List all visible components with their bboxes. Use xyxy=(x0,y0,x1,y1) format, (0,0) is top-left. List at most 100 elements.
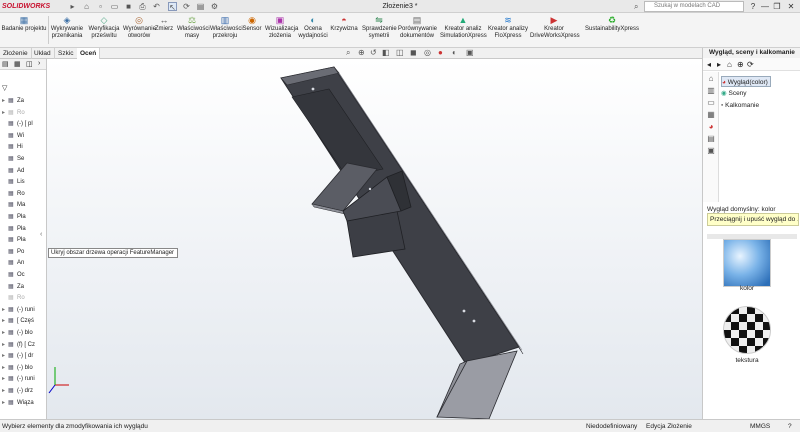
home-icon[interactable]: ⌂ xyxy=(82,2,91,11)
edit-appearance-icon[interactable]: ● xyxy=(438,47,443,59)
apply-scene-icon[interactable]: ◐ xyxy=(452,47,457,59)
design-library-icon[interactable]: ▥ xyxy=(706,86,716,96)
configuration-tab-icon[interactable]: ◫ xyxy=(26,60,33,68)
tree-item[interactable]: ▦ (-) [ pl xyxy=(2,119,33,129)
tree-item[interactable]: ▸ ▦ Ro xyxy=(2,108,25,118)
floxpress-button[interactable]: ≋ Kreator analizy FloXpress xyxy=(487,15,529,48)
tree-item[interactable]: ▸ ▦[ Częś xyxy=(2,316,34,326)
tree-item[interactable]: ▦ Ro xyxy=(2,189,25,199)
tab-uklad[interactable]: Układ xyxy=(31,48,55,59)
forward-icon[interactable]: ▸ xyxy=(717,60,721,69)
simulationxpress-button[interactable]: ▲ Kreator analiz SimulationXpress xyxy=(440,15,487,48)
tree-item[interactable]: ▸ ▦ (-) blo xyxy=(2,328,33,338)
tree-item-scenes[interactable]: ◉ Sceny xyxy=(721,88,747,99)
assembly-visualization-button[interactable]: ▣ Wizualizacja złożenia xyxy=(265,15,298,48)
interference-detection-button[interactable]: ◈ Wykrywanie przenikania xyxy=(50,15,84,48)
zoom-area-icon[interactable]: ⊕ xyxy=(358,47,365,59)
tree-item[interactable]: ▦ Wi xyxy=(2,131,24,141)
compare-documents-button[interactable]: ▤ Porównywanie dokumentów xyxy=(398,15,437,48)
undo-icon[interactable]: ↶ xyxy=(152,2,161,11)
tree-item[interactable]: ▸ ▦ (-) drz xyxy=(2,386,33,396)
tree-item[interactable]: ▦ Po xyxy=(2,247,24,257)
tree-item[interactable]: ▦ An xyxy=(2,258,24,268)
filter-icon[interactable]: ▽ xyxy=(2,84,7,92)
tab-zlozenie[interactable]: Złożenie xyxy=(0,48,32,59)
view-palette-icon[interactable]: ▦ xyxy=(706,110,716,120)
view-orientation-icon[interactable]: ◫ xyxy=(396,47,404,59)
solidworks-logo[interactable]: SOLIDWORKS xyxy=(2,1,64,12)
file-explorer-icon[interactable]: ▭ xyxy=(706,98,716,108)
propertymanager-tab-icon[interactable]: ▦ xyxy=(14,60,21,68)
forum-icon[interactable]: ▣ xyxy=(706,146,716,156)
tree-item[interactable]: ▸ ▦ Za xyxy=(2,96,24,106)
minimize-icon[interactable]: — xyxy=(760,1,770,12)
tree-item[interactable]: ▦ Pła xyxy=(2,212,26,222)
tree-item[interactable]: ▦ Lis xyxy=(2,177,25,187)
home-icon[interactable]: ⌂ xyxy=(727,60,732,69)
hide-show-items-icon[interactable]: ◎ xyxy=(424,47,431,59)
sustainabilityxpress-button[interactable]: ♻ SustainabilityXpress xyxy=(580,15,644,48)
graphics-area[interactable] xyxy=(47,59,702,419)
file-properties-icon[interactable]: ▤ xyxy=(196,2,205,11)
tree-item[interactable]: ▦ Se xyxy=(2,154,24,164)
hole-alignment-button[interactable]: ◎ Wyrównanie otworów xyxy=(123,15,156,48)
appearances-tab-icon[interactable]: ◕ xyxy=(706,122,716,132)
restore-icon[interactable]: ❐ xyxy=(772,1,782,12)
menu-arrow-icon[interactable]: ▸ xyxy=(68,2,77,11)
clearance-verification-button[interactable]: ◇ Weryfikacja prześwitu xyxy=(87,15,121,48)
collapse-panel-icon[interactable]: ‹ xyxy=(40,229,46,241)
solidworks-resources-icon[interactable]: ⌂ xyxy=(706,74,716,84)
driveworksxpress-button[interactable]: ▶ Kreator DriveWorksXpress xyxy=(530,15,580,48)
zoom-to-fit-icon[interactable]: ⌕ xyxy=(346,47,350,59)
swatch-tekstura[interactable] xyxy=(723,306,771,354)
options-icon[interactable]: ⚙ xyxy=(210,2,219,11)
search-input[interactable]: Szukaj w modelach CAD xyxy=(644,1,744,12)
mass-properties-button[interactable]: ⚖ Właściwości masy xyxy=(177,15,210,48)
status-units[interactable]: MMGS xyxy=(750,420,770,432)
tree-item[interactable]: ▦ Ma xyxy=(2,200,25,210)
tree-item[interactable]: ▸ ▦ (-) runi xyxy=(2,305,35,315)
new-document-icon[interactable]: ▫ xyxy=(96,2,105,11)
help-icon[interactable]: ? xyxy=(748,1,758,12)
section-properties-button[interactable]: ▥ Właściwości przekroju xyxy=(210,15,243,48)
tree-item[interactable]: ▦ Ad xyxy=(2,166,24,176)
measure-button[interactable]: ↔ Zmierz xyxy=(153,15,175,48)
featuremanager-tab-icon[interactable]: ▤ xyxy=(2,60,9,68)
tree-item[interactable]: ▦ Ro xyxy=(2,293,25,303)
tree-item[interactable]: ▸ ▦ (f) [ Cz xyxy=(2,340,35,350)
print-icon[interactable]: ⎙ xyxy=(138,2,147,11)
swatch-kolor[interactable] xyxy=(723,239,771,287)
tree-item[interactable]: ▸ ▦ Wiąza xyxy=(2,398,34,408)
tree-item[interactable]: ▸ ▦ (-) [ dr xyxy=(2,351,33,361)
open-icon[interactable]: ▭ xyxy=(110,2,119,11)
add-location-icon[interactable]: ⊕ xyxy=(737,60,744,69)
tree-item[interactable]: ▦ Hi xyxy=(2,142,23,152)
tab-ocen[interactable]: Oceń xyxy=(77,48,101,59)
refresh-icon[interactable]: ⟳ xyxy=(747,60,754,69)
performance-evaluation-button[interactable]: ◐ Ocena wydajności xyxy=(298,15,328,48)
sensor-button[interactable]: ◉ Sensor xyxy=(242,15,262,48)
tree-item[interactable]: ▦ Pła xyxy=(2,235,26,245)
rebuild-icon[interactable]: ⟳ xyxy=(182,2,191,11)
tree-item[interactable]: ▦ Za xyxy=(2,282,24,292)
assembly-model[interactable] xyxy=(47,59,702,419)
display-style-icon[interactable]: ◼ xyxy=(410,47,417,59)
custom-properties-icon[interactable]: ▤ xyxy=(706,134,716,144)
save-icon[interactable]: ■ xyxy=(124,2,133,11)
section-view-icon[interactable]: ◧ xyxy=(382,47,390,59)
more-tabs-icon[interactable]: › xyxy=(38,60,40,67)
tree-item-decals[interactable]: ▪ Kalkomanie xyxy=(721,100,759,111)
help-status-icon[interactable]: ? xyxy=(788,420,792,432)
curvature-button[interactable]: ◓ Krzywizna xyxy=(330,15,358,48)
design-study-button[interactable]: ▦ Badanie projektu xyxy=(1,15,47,48)
tree-item[interactable]: ▦ Oc xyxy=(2,270,25,280)
symmetry-check-button[interactable]: ⇋ Sprawdzenie symetrii xyxy=(362,15,397,48)
view-settings-icon[interactable]: ▣ xyxy=(466,47,474,59)
previous-view-icon[interactable]: ↺ xyxy=(370,47,377,59)
select-icon[interactable]: ↖ xyxy=(168,2,177,12)
tree-item[interactable]: ▸ ▦ (-) runi xyxy=(2,374,35,384)
close-icon[interactable]: ✕ xyxy=(786,1,796,12)
tree-item-appearances[interactable]: ◕ Wygląd(color) xyxy=(721,76,771,87)
tab-szkic[interactable]: Szkic xyxy=(55,48,78,59)
tree-item[interactable]: ▦ Pła xyxy=(2,224,26,234)
